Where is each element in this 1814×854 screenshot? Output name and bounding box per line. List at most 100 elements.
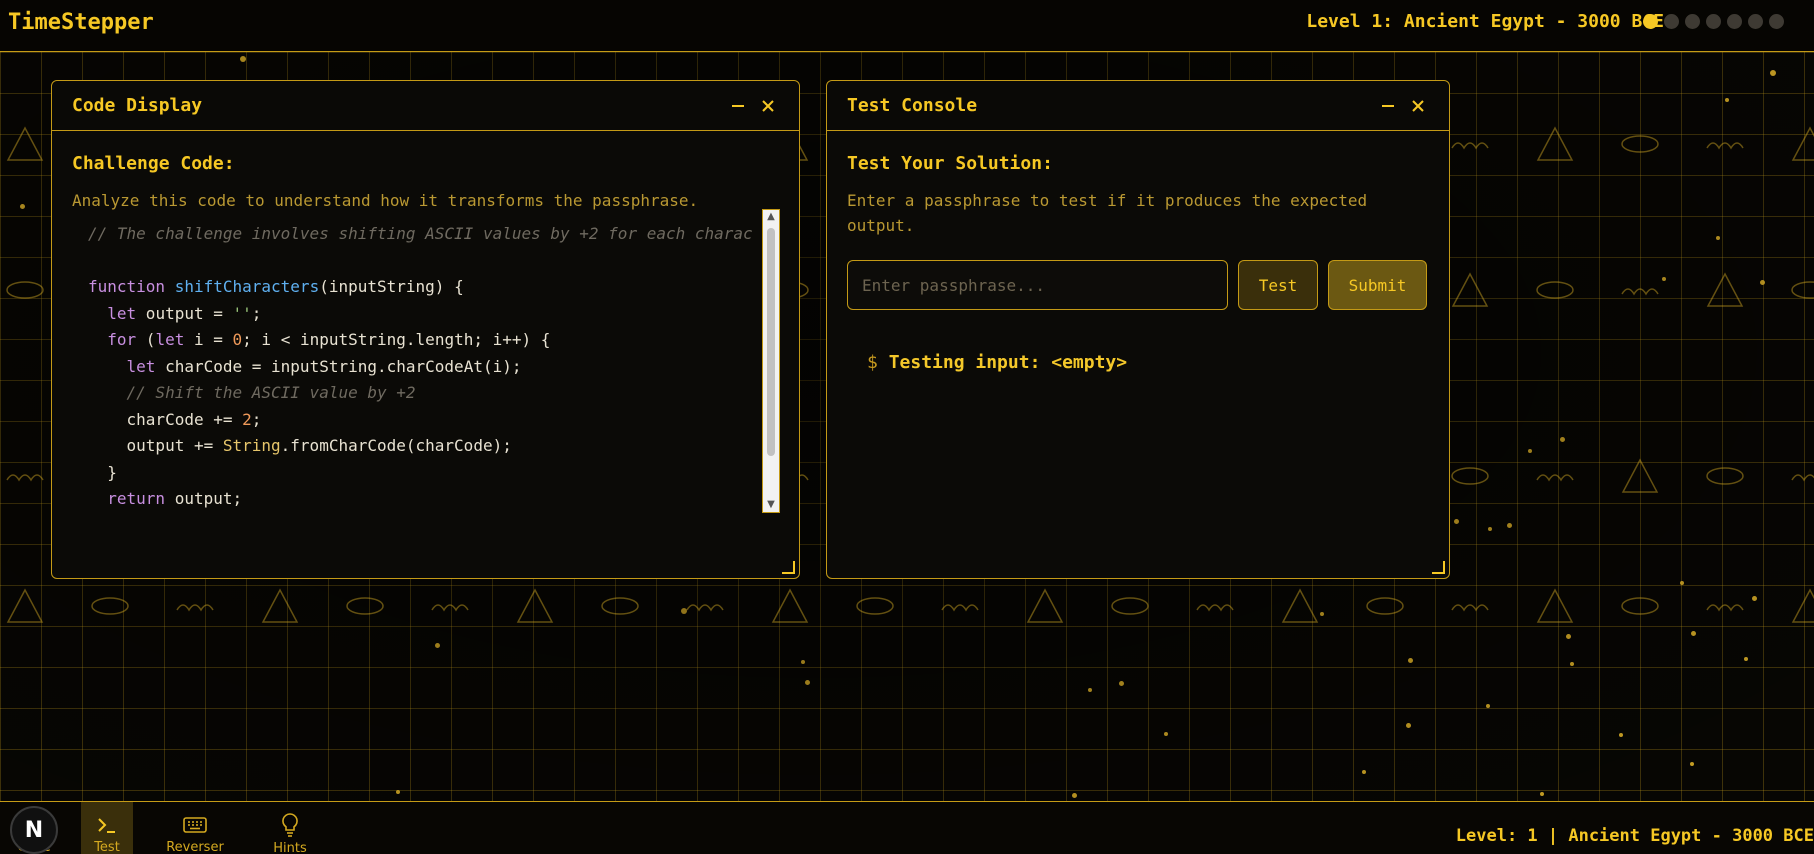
code-line: return output; <box>88 486 748 509</box>
minimize-button[interactable] <box>1377 95 1399 117</box>
motif-shape <box>176 604 214 612</box>
scroll-up-icon[interactable]: ▲ <box>763 210 779 224</box>
app-title: TimeStepper <box>8 10 154 35</box>
motif-shape <box>1536 474 1574 482</box>
submit-button[interactable]: Submit <box>1328 260 1427 310</box>
motif-shape <box>1621 288 1659 296</box>
test-button[interactable]: Test <box>1238 260 1318 310</box>
code-token: let <box>126 356 156 376</box>
close-button[interactable] <box>757 95 779 117</box>
code-lines: // The challenge involves shifting ASCII… <box>88 221 753 509</box>
motif-shape <box>1706 467 1744 485</box>
resize-handle-icon[interactable] <box>781 560 795 574</box>
code-line: output += String.fromCharCode(charCode); <box>88 433 748 460</box>
n-badge-icon[interactable]: N <box>10 806 58 854</box>
progress-dot <box>1664 14 1679 29</box>
scroll-down-icon[interactable]: ▼ <box>763 498 779 512</box>
console-output-text: Testing input: <empty> <box>888 352 1128 373</box>
code-line: let output = ''; <box>88 301 748 328</box>
code-line: for (let i = 0; i < inputString.length; … <box>88 327 748 354</box>
motif-shape <box>1706 272 1744 307</box>
motif-shape <box>856 597 894 615</box>
motif-shape <box>1281 588 1319 623</box>
motif-shape <box>601 597 639 615</box>
code-token: shiftCharacters <box>174 277 320 296</box>
tab-reverser[interactable]: Reverser <box>158 802 232 854</box>
motif-shape <box>1791 281 1814 299</box>
code-token: // The challenge involves shifting ASCII… <box>88 224 753 243</box>
motif-shape <box>6 126 44 161</box>
motif-shape <box>1366 597 1404 615</box>
minimize-button[interactable] <box>727 95 749 117</box>
code-line: // The challenge involves shifting ASCII… <box>88 221 753 248</box>
code-token: charCode = inputString.charCodeAt(i); <box>155 356 522 376</box>
motif-shape <box>1451 142 1489 150</box>
tab-label: Test <box>94 840 120 854</box>
close-button[interactable] <box>1407 95 1429 117</box>
test-solution-description: Enter a passphrase to test if it produce… <box>847 191 1368 235</box>
motif-shape <box>1621 597 1659 615</box>
tab-test[interactable]: Test <box>81 802 133 854</box>
code-token: .fromCharCode(charCode); <box>280 436 512 455</box>
level-progress <box>1643 14 1784 29</box>
code-token: function <box>88 277 175 296</box>
code-scrollbar[interactable]: ▲ ▼ <box>762 209 780 513</box>
bottom-nav: Code N Test Reverser Hints Level: 1 | An… <box>0 801 1814 854</box>
tab-hints[interactable]: Hints <box>262 802 318 854</box>
code-token: 0 <box>232 330 243 349</box>
progress-dot <box>1685 14 1700 29</box>
motif-shape <box>1451 272 1489 307</box>
motif-shape <box>1791 126 1814 161</box>
motif-shape <box>771 588 809 623</box>
tab-label: Hints <box>273 841 307 854</box>
motif-shape <box>1536 126 1574 161</box>
code-token: let <box>155 330 185 349</box>
code-block[interactable]: // The challenge involves shifting ASCII… <box>70 209 784 509</box>
code-line: // Shift the ASCII value by +2 <box>88 380 748 407</box>
motif-shape <box>6 281 44 299</box>
code-token: for <box>107 330 137 349</box>
code-line: function shiftCharacters(inputString) { <box>88 274 748 301</box>
motif-shape <box>1791 588 1814 623</box>
motif-shape <box>1791 474 1814 482</box>
close-icon <box>1412 99 1424 112</box>
code-token: ; <box>251 409 262 429</box>
motif-shape <box>1451 467 1489 485</box>
motif-shape <box>346 597 384 615</box>
code-window-title: Code Display <box>72 95 203 116</box>
code-token: return <box>107 489 166 508</box>
status-text: Level: 1 | Ancient Egypt - 3000 BCE <box>1455 826 1814 846</box>
motif-shape <box>1621 458 1659 493</box>
progress-dot <box>1643 14 1658 29</box>
test-solution-heading: Test Your Solution: <box>847 153 1053 174</box>
motif-shape <box>686 604 724 612</box>
motif-shape <box>1536 588 1574 623</box>
motif-shape <box>1026 588 1064 623</box>
code-token: charCode += <box>88 409 243 429</box>
code-line: charCode += 2; <box>88 407 748 434</box>
console-window-header[interactable]: Test Console <box>827 81 1449 131</box>
motif-shape <box>1111 597 1149 615</box>
motif-shape <box>941 604 979 612</box>
passphrase-row: Test Submit <box>847 260 1429 310</box>
code-token: output = <box>136 303 233 323</box>
console-window-title: Test Console <box>847 95 978 116</box>
code-token: '' <box>232 303 252 323</box>
code-window-header[interactable]: Code Display <box>52 81 799 131</box>
scroll-thumb[interactable] <box>767 228 775 456</box>
motif-shape <box>1621 135 1659 153</box>
code-token: // Shift the ASCII value by +2 <box>126 383 416 402</box>
code-token: String <box>222 436 281 455</box>
resize-handle-icon[interactable] <box>1431 560 1445 574</box>
close-icon <box>762 99 774 112</box>
challenge-code-heading: Challenge Code: <box>72 153 235 174</box>
console-prompt: $ <box>867 352 878 373</box>
passphrase-input[interactable] <box>847 260 1228 310</box>
motif-shape <box>431 604 469 612</box>
code-display-window: Code Display Challenge Code: Analyze thi… <box>51 80 800 579</box>
code-line: let charCode = inputString.charCodeAt(i)… <box>88 354 748 381</box>
level-title: Level 1: Ancient Egypt - 3000 BCE <box>1306 11 1664 32</box>
